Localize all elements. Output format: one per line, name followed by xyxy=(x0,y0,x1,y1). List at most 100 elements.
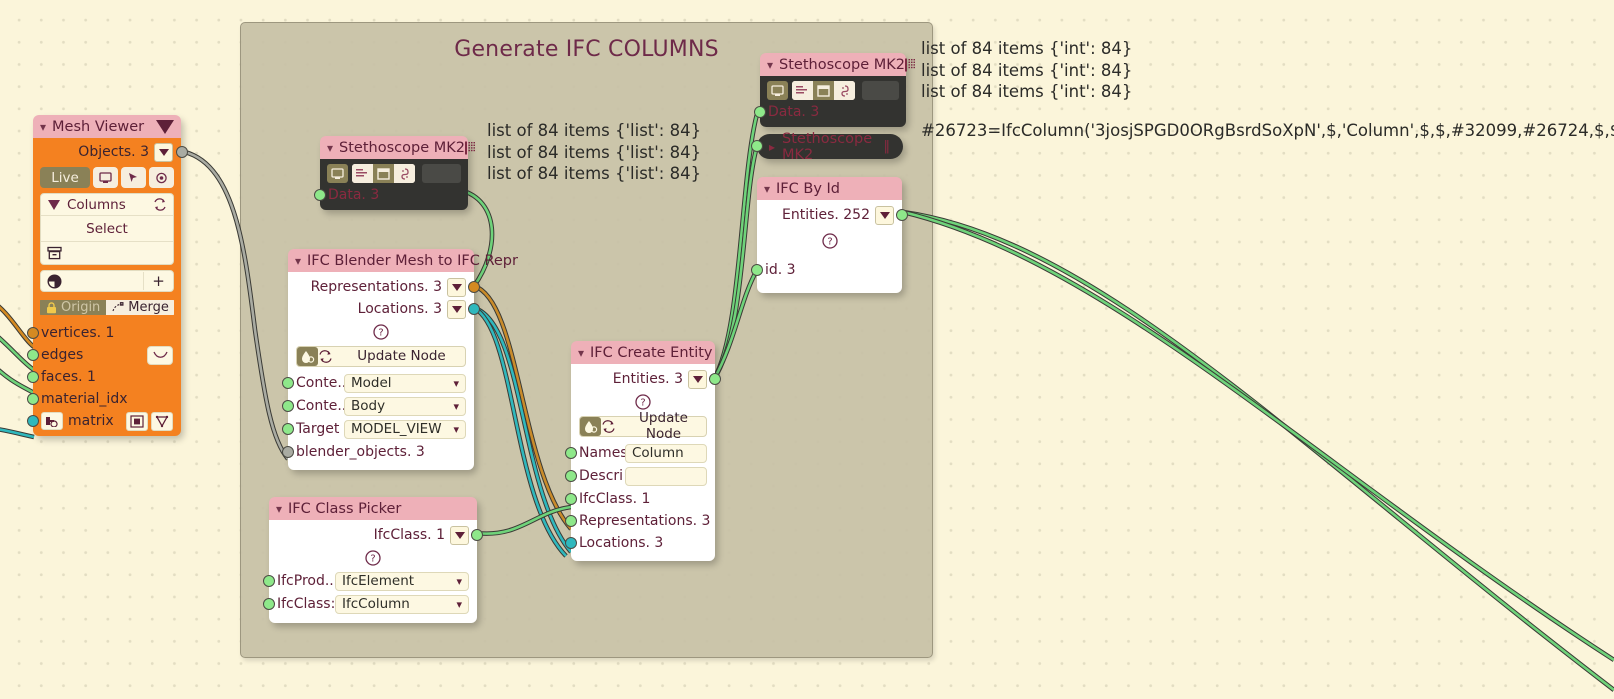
panel-icon[interactable] xyxy=(373,164,394,183)
refresh-icon[interactable] xyxy=(318,349,338,363)
input-socket-blender-objects[interactable] xyxy=(282,445,294,458)
output-socket-entities[interactable] xyxy=(709,373,721,385)
cursor-icon[interactable] xyxy=(121,167,146,188)
help-icon[interactable]: ? xyxy=(269,546,477,570)
stethoscope-toolbar[interactable] xyxy=(760,76,906,102)
input-socket-matrix[interactable] xyxy=(27,415,39,427)
update-node-bar[interactable]: Update Node xyxy=(296,345,466,367)
stethoscope-color-field[interactable] xyxy=(862,81,899,100)
input-socket-names[interactable] xyxy=(565,447,577,459)
material-row[interactable]: + xyxy=(40,270,174,292)
output-entities[interactable]: Entities. 252 xyxy=(757,204,908,226)
refresh-icon[interactable] xyxy=(153,198,167,211)
input-socket-context-body[interactable] xyxy=(282,400,294,412)
input-ifcclass[interactable]: IfcClass: IfcColumn ▾ xyxy=(263,593,477,616)
input-socket-faces[interactable] xyxy=(27,371,39,383)
frame-icon[interactable] xyxy=(126,411,148,431)
merge-toggle[interactable]: Merge xyxy=(106,300,174,315)
stethoscope-mode-group[interactable] xyxy=(792,81,855,100)
context-model-dropdown[interactable]: Model ▾ xyxy=(344,373,466,393)
input-vertices[interactable]: vertices. 1 xyxy=(27,322,181,344)
input-socket-context-model[interactable] xyxy=(282,377,294,389)
input-socket-locations[interactable] xyxy=(565,536,577,549)
ifcclass-dropdown[interactable]: IfcColumn ▾ xyxy=(335,594,469,614)
matrix-buttons[interactable] xyxy=(126,411,173,431)
input-socket-description[interactable] xyxy=(565,470,577,482)
output-representations[interactable]: Representations. 3 xyxy=(288,276,480,298)
input-material-idx[interactable]: material_idx xyxy=(27,388,181,410)
update-node-label[interactable]: Update Node xyxy=(338,348,465,364)
entities-dropdown-button[interactable] xyxy=(875,205,894,225)
node-ifc-class-picker[interactable]: ▾ IFC Class Picker IfcClass. 1 ? IfcProd… xyxy=(263,497,483,623)
input-context-model[interactable]: Conte... Model ▾ xyxy=(282,372,474,395)
update-node-label[interactable]: Update Node xyxy=(621,410,706,442)
bake-icon[interactable] xyxy=(297,346,318,366)
input-socket-ifcclass[interactable] xyxy=(263,598,275,610)
output-socket-entities[interactable] xyxy=(896,209,908,221)
output-locations[interactable]: Locations. 3 xyxy=(288,298,480,320)
matrix-icon[interactable] xyxy=(41,412,63,430)
chevron-down-icon[interactable]: ▾ xyxy=(578,346,584,360)
triangle-mesh-icon[interactable] xyxy=(151,411,173,431)
input-description[interactable]: Descri xyxy=(565,465,715,488)
live-button[interactable]: Live xyxy=(40,167,90,188)
input-socket-data[interactable] xyxy=(314,189,326,201)
output-ifcclass[interactable]: IfcClass. 1 xyxy=(269,524,483,546)
output-socket-locations[interactable] xyxy=(468,303,480,315)
panel-icon[interactable] xyxy=(813,81,834,100)
input-ifcclass[interactable]: IfcClass. 1 xyxy=(565,488,715,510)
viewer-toolbar[interactable]: Live xyxy=(40,167,174,188)
input-socket-id[interactable] xyxy=(751,263,763,276)
target-dropdown[interactable]: MODEL_VIEW ▾ xyxy=(344,419,466,439)
help-icon[interactable]: ? xyxy=(288,320,474,344)
input-socket-vertices[interactable] xyxy=(27,327,39,339)
input-socket-ifcclass[interactable] xyxy=(565,492,577,505)
refresh-icon[interactable] xyxy=(601,419,621,433)
output-socket-representations[interactable] xyxy=(468,281,480,293)
node-header[interactable]: ▾ IFC Blender Mesh to IFC Repr xyxy=(288,249,518,272)
material-sphere-icon[interactable] xyxy=(41,273,143,289)
update-node-bar[interactable]: Update Node xyxy=(579,410,707,442)
text-lines-icon[interactable] xyxy=(792,81,813,100)
input-socket-ifcproduct[interactable] xyxy=(263,575,275,587)
input-edges[interactable]: edges xyxy=(27,344,181,366)
input-socket-edges[interactable] xyxy=(27,349,39,361)
stethoscope-toolbar[interactable] xyxy=(320,159,468,185)
pause-icon[interactable]: ‖ xyxy=(884,139,892,154)
input-data[interactable]: Data. 3 xyxy=(314,185,468,205)
chevron-down-icon[interactable]: ▾ xyxy=(764,182,770,196)
context-body-dropdown[interactable]: Body ▾ xyxy=(344,396,466,416)
chevron-down-icon[interactable]: ▾ xyxy=(327,141,333,155)
output-objects[interactable]: Objects. 3 xyxy=(33,141,188,163)
node-stethoscope-collapsed[interactable]: ▸ Stethoscope MK2 ‖ xyxy=(751,131,903,163)
chevron-down-icon[interactable]: ▾ xyxy=(40,120,46,134)
representations-dropdown-button[interactable] xyxy=(447,277,466,297)
node-header[interactable]: ▾ IFC Class Picker xyxy=(269,497,477,520)
objects-dropdown-button[interactable] xyxy=(154,142,173,162)
input-faces[interactable]: faces. 1 xyxy=(27,366,181,388)
input-target[interactable]: Target MODEL_VIEW ▾ xyxy=(282,418,474,441)
input-ifcproduct[interactable]: IfcProd... IfcElement ▾ xyxy=(263,570,477,593)
monitor-icon[interactable] xyxy=(93,167,118,188)
locations-dropdown-button[interactable] xyxy=(447,299,466,319)
node-mesh-viewer[interactable]: ▾ Mesh Viewer Objects. 3 Live Columns Se… xyxy=(27,115,188,436)
stethoscope-mode-group[interactable] xyxy=(352,164,415,183)
python-icon[interactable] xyxy=(394,164,415,183)
origin-merge-row[interactable]: Origin Merge xyxy=(40,297,174,318)
curve-icon[interactable] xyxy=(147,345,173,365)
input-blender-objects[interactable]: blender_objects. 3 xyxy=(282,441,474,463)
input-context-body[interactable]: Conte... Body ▾ xyxy=(282,395,474,418)
node-header[interactable]: ▾ Stethoscope MK2 xyxy=(760,53,915,76)
origin-toggle[interactable]: Origin xyxy=(40,300,107,315)
output-entities[interactable]: Entities. 3 xyxy=(571,368,721,390)
node-header[interactable]: ▾ Stethoscope MK2 xyxy=(320,136,475,159)
input-socket-data[interactable] xyxy=(751,140,763,152)
archive-row[interactable] xyxy=(41,242,173,264)
monitor-icon[interactable] xyxy=(767,81,788,100)
entities-dropdown-button[interactable] xyxy=(688,369,707,389)
node-ifc-blender-mesh-to-ifc-repr[interactable]: ▾ IFC Blender Mesh to IFC Repr Represent… xyxy=(282,249,518,470)
input-names[interactable]: Names: Column xyxy=(565,442,715,465)
select-button[interactable]: Select xyxy=(41,216,173,242)
camera-icon[interactable] xyxy=(149,167,174,188)
help-icon[interactable]: ? xyxy=(757,226,902,259)
